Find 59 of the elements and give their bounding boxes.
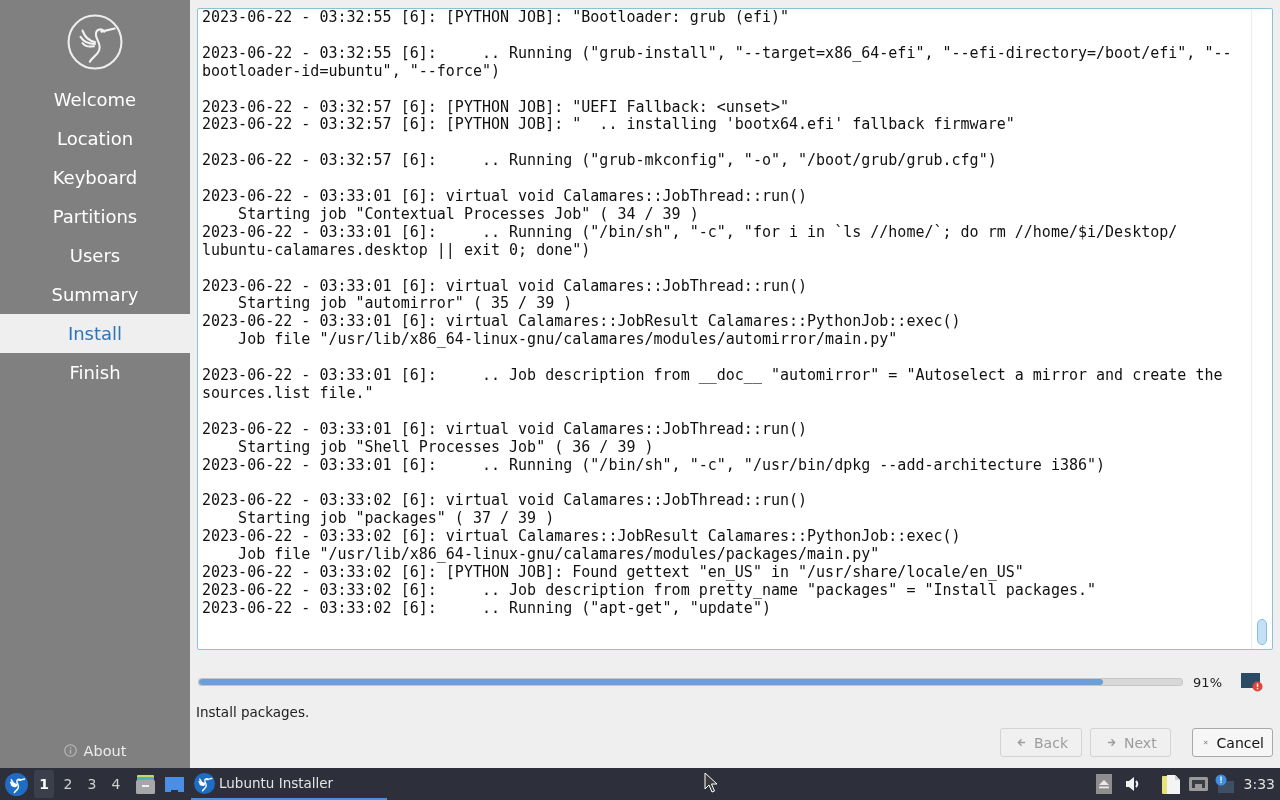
bird-menu-icon[interactable] bbox=[5, 772, 28, 796]
log-line: 2023-06-22 - 03:33:02 [6]: [PYTHON JOB]: Found gettext "en_US" in "/usr/share/locale/en_US" bbox=[202, 563, 1024, 582]
close-icon bbox=[1203, 738, 1209, 747]
log-line: 2023-06-22 - 03:33:01 [6]: .. Running ("/bin/sh", "-c", "/usr/bin/dpkg --add-architecture i386") bbox=[202, 456, 1106, 475]
log-line: 2023-06-22 - 03:33:01 [6]: virtual void Calamares::JobThread::run() bbox=[202, 188, 808, 206]
desktop-switch[interactable]: 3 bbox=[82, 770, 102, 798]
log-line: 2023-06-22 - 03:33:02 [6]: virtual Calamares::JobResult Calamares::PythonJob::exec() bbox=[202, 528, 961, 547]
bird-logo-icon bbox=[194, 772, 215, 794]
sidebar-step[interactable]: Keyboard bbox=[0, 158, 190, 197]
sidebar-step[interactable]: Finish bbox=[0, 353, 190, 392]
bird-logo-icon bbox=[67, 14, 123, 70]
log-line: 2023-06-22 - 03:33:02 [6]: .. Job description from pretty_name "packages" = "Install packages." bbox=[202, 581, 1097, 600]
sidebar-step[interactable]: Welcome bbox=[0, 80, 190, 119]
log-line: 2023-06-22 - 03:32:57 [6]: [PYTHON JOB]: "UEFI Fallback: <unset>" bbox=[202, 98, 789, 117]
log-line: 2023-06-22 - 03:33:01 [6]: .. Running ("/bin/sh", "-c", "for i in `ls //home/`; do rm //home/$i/Desktop/ bbox=[202, 223, 1178, 242]
log-line: 2023-06-22 - 03:33:01 [6]: .. Job description from __doc__ "automirror" = "Autoselect a mirror and create the bbox=[202, 367, 1223, 385]
log-line: 2023-06-22 - 03:32:57 [6]: [PYTHON JOB]: " .. installing 'bootx64.efi' fallback firmware" bbox=[202, 116, 1015, 135]
left-arrow-icon bbox=[1017, 738, 1026, 747]
sidebar-step[interactable]: Location bbox=[0, 119, 190, 158]
file-cabinet-icon[interactable] bbox=[135, 773, 156, 795]
about-button[interactable]: About bbox=[61, 740, 129, 761]
log-line: Starting job "Shell Processes Job" ( 36 / 39 ) bbox=[237, 438, 654, 457]
log-line: lubuntu-calamares.desktop || exit 0; done") bbox=[202, 241, 591, 260]
taskbar-window-button[interactable]: Lubuntu Installer bbox=[191, 768, 387, 800]
log-line: 2023-06-22 - 03:33:01 [6]: virtual void Calamares::JobThread::run() bbox=[202, 277, 808, 296]
desktop-switch[interactable]: 4 bbox=[106, 770, 126, 798]
log-line: sources.list file." bbox=[202, 384, 374, 403]
right-arrow-icon bbox=[1107, 738, 1116, 747]
log-line: 2023-06-22 - 03:32:55 [6]: .. Running ("grub-install", "--target=x86_64-efi", "--efi-directory=/boot/efi", "-- bbox=[202, 44, 1232, 63]
log-line: 2023-06-22 - 03:33:01 [6]: virtual void Calamares::JobThread::run() bbox=[202, 420, 808, 439]
mouse-pointer-icon bbox=[704, 772, 718, 793]
eject-icon[interactable] bbox=[1094, 774, 1113, 794]
log-line: Starting job "automirror" ( 35 / 39 ) bbox=[237, 295, 573, 314]
log-line: 2023-06-22 - 03:33:02 [6]: virtual void Calamares::JobThread::run() bbox=[202, 492, 808, 511]
status-text: Install packages. bbox=[196, 704, 310, 720]
scrollbar-thumb[interactable] bbox=[1257, 619, 1267, 645]
cancel-button[interactable]: Cancel bbox=[1192, 728, 1273, 757]
network-icon[interactable] bbox=[1188, 774, 1208, 794]
sidebar-step[interactable]: Summary bbox=[0, 275, 190, 314]
clock: 3:33 bbox=[1243, 776, 1275, 792]
screen-alert-icon bbox=[1241, 672, 1263, 692]
log-line: bootloader-id=ubuntu", "--force") bbox=[202, 62, 500, 81]
info-icon bbox=[63, 744, 77, 757]
sidebar-step[interactable]: Partitions bbox=[0, 197, 190, 236]
progress-percent: 91% bbox=[1193, 674, 1222, 690]
desktop-switch[interactable]: 2 bbox=[58, 770, 78, 798]
log-line: 2023-06-22 - 03:33:01 [6]: virtual Calamares::JobResult Calamares::PythonJob::exec() bbox=[202, 313, 961, 332]
notification-icon[interactable] bbox=[1214, 774, 1234, 794]
log-line: Job file "/usr/lib/x86_64-linux-gnu/calamares/modules/automirror/main.py" bbox=[237, 331, 898, 350]
sidebar-step[interactable]: Users bbox=[0, 236, 190, 275]
clipboard-icon[interactable] bbox=[1160, 774, 1181, 794]
desktop-switch[interactable]: 1 bbox=[34, 770, 54, 798]
log-line: 2023-06-22 - 03:33:02 [6]: .. Running ("apt-get", "update") bbox=[202, 599, 771, 618]
log-line: Starting job "packages" ( 37 / 39 ) bbox=[237, 510, 555, 529]
sidebar-step[interactable]: Install bbox=[0, 314, 190, 353]
log-line: Starting job "Contextual Processes Job" ( 34 / 39 ) bbox=[237, 205, 699, 224]
log-line: 2023-06-22 - 03:32:57 [6]: .. Running ("grub-mkconfig", "-o", "/boot/grub/grub.cfg") bbox=[202, 152, 997, 171]
log-line: 2023-06-22 - 03:32:55 [6]: [PYTHON JOB]: "Bootloader: grub (efi)" bbox=[202, 9, 789, 27]
log-line: Job file "/usr/lib/x86_64-linux-gnu/calamares/modules/packages/main.py" bbox=[237, 546, 880, 564]
